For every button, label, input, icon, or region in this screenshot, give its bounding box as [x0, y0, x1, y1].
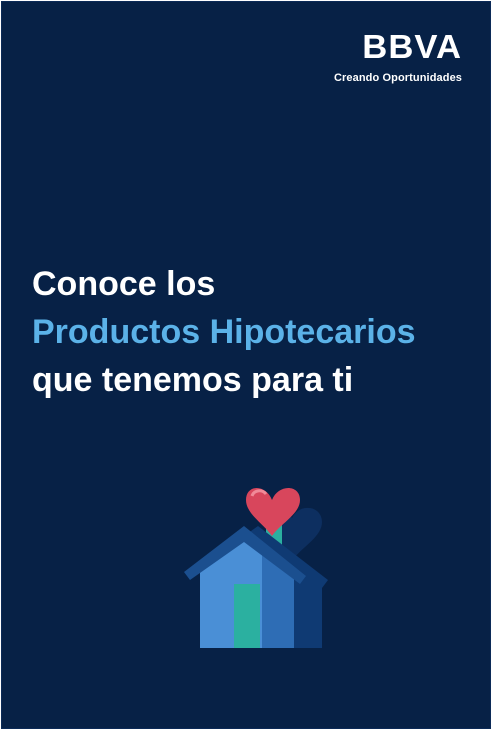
house-illustration	[184, 488, 328, 648]
house-with-heart-icon	[182, 480, 332, 650]
bbva-logo: BBVA	[362, 28, 462, 65]
headline-line-2: Productos Hipotecarios	[32, 313, 416, 351]
headline-line-1: Conoce los	[32, 265, 216, 303]
cover-page: BBVA Creando Oportunidades Conoce los Pr…	[1, 1, 491, 729]
headline-line-3: que tenemos para ti	[32, 361, 354, 399]
brand-tagline: Creando Oportunidades	[334, 72, 462, 84]
brand-block: BBVA Creando Oportunidades	[334, 30, 462, 84]
headline: Conoce los Productos Hipotecarios que te…	[32, 260, 416, 404]
house-door	[234, 584, 260, 648]
